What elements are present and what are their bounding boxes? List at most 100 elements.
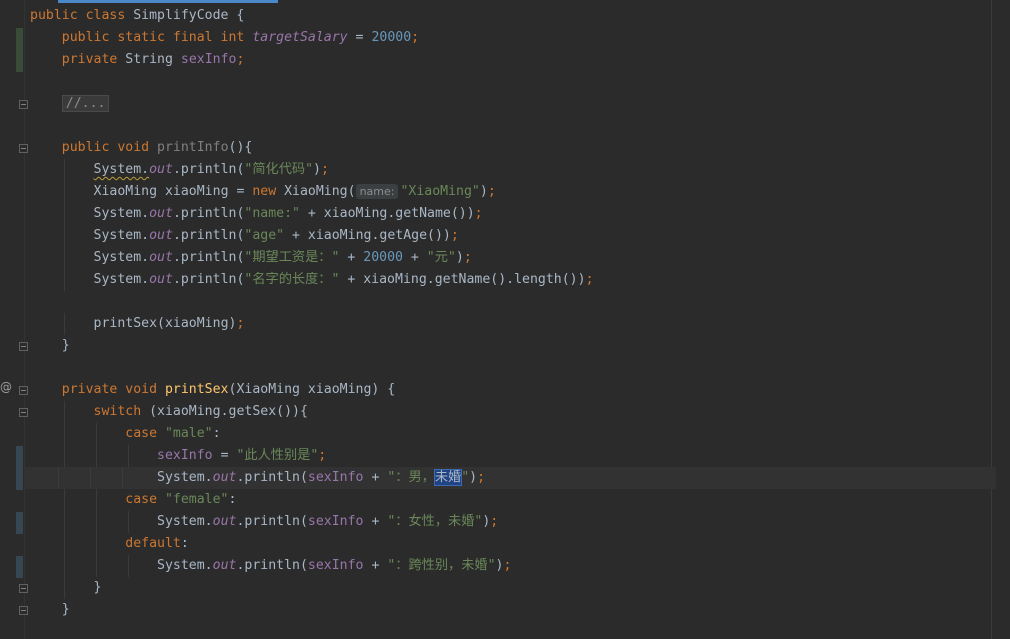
fold-toggle-icon[interactable] bbox=[19, 408, 28, 417]
code-line[interactable]: sexInfo = "此人性别是"; bbox=[30, 445, 990, 467]
code-line[interactable]: XiaoMing xiaoMing = new XiaoMing(name: "X… bbox=[30, 181, 990, 203]
code-editor[interactable]: public class SimplifyCode { public stati… bbox=[24, 5, 996, 621]
code-line[interactable]: //... bbox=[30, 93, 990, 115]
code-line[interactable]: } bbox=[30, 599, 990, 621]
code-token: sexInfo bbox=[307, 470, 364, 485]
folded-region[interactable]: //... bbox=[61, 95, 110, 112]
indent-guide bbox=[96, 555, 97, 577]
parameter-hint: name: bbox=[355, 184, 399, 199]
indent-guide bbox=[64, 423, 65, 445]
code-line[interactable]: System.out.println("期望工资是：" + 20000 + "元… bbox=[30, 247, 990, 269]
code-token: out bbox=[149, 250, 173, 265]
code-line[interactable]: System.out.println("简化代码"); bbox=[30, 159, 990, 181]
code-line[interactable]: public class SimplifyCode { bbox=[30, 5, 990, 27]
code-token: "期望工资是：" bbox=[244, 250, 340, 265]
code-token: ; bbox=[236, 316, 245, 331]
code-token: out bbox=[149, 206, 173, 221]
code-line[interactable]: System.out.println("age" + xiaoMing.getA… bbox=[30, 225, 990, 247]
code-line[interactable] bbox=[30, 291, 990, 313]
code-line[interactable]: System.out.println(sexInfo + "：男，未婚"); bbox=[24, 467, 996, 489]
code-token: ; bbox=[411, 30, 420, 45]
code-token: System. bbox=[93, 272, 150, 287]
indent-guide bbox=[64, 401, 65, 423]
code-token: ; bbox=[318, 448, 327, 463]
code-line[interactable] bbox=[30, 71, 990, 93]
code-token: .println( bbox=[172, 206, 245, 221]
fold-toggle-icon[interactable] bbox=[19, 386, 28, 395]
indent-guide bbox=[128, 445, 129, 467]
indent-guide bbox=[96, 533, 97, 555]
indent-guide bbox=[64, 269, 65, 291]
code-token: ; bbox=[477, 470, 486, 485]
code-token: ; bbox=[236, 52, 245, 67]
code-token: + bbox=[339, 250, 364, 265]
vcs-modified-marker[interactable] bbox=[16, 556, 23, 578]
override-icon[interactable]: @ bbox=[0, 380, 12, 394]
code-token: System. bbox=[157, 558, 213, 573]
code-line[interactable]: case "male": bbox=[30, 423, 990, 445]
code-line[interactable] bbox=[30, 357, 990, 379]
code-line[interactable]: } bbox=[30, 335, 990, 357]
code-token: } bbox=[61, 602, 70, 617]
code-line[interactable]: public static final int targetSalary = 2… bbox=[30, 27, 990, 49]
active-tab-indicator bbox=[58, 0, 278, 3]
code-line[interactable]: default: bbox=[30, 533, 990, 555]
vcs-added-marker[interactable] bbox=[16, 28, 23, 72]
vcs-modified-marker[interactable] bbox=[16, 446, 23, 490]
code-line[interactable]: printSex(xiaoMing); bbox=[30, 313, 990, 335]
code-line[interactable]: System.out.println(sexInfo + "：跨性别，未婚"); bbox=[30, 555, 990, 577]
code-line[interactable]: private void printSex(XiaoMing xiaoMing)… bbox=[30, 379, 990, 401]
code-line[interactable]: System.out.println("name:" + xiaoMing.ge… bbox=[30, 203, 990, 225]
code-token: 20000 bbox=[371, 30, 412, 45]
code-token: public void bbox=[61, 140, 158, 155]
code-token: printInfo bbox=[157, 140, 229, 155]
code-token: public static final int bbox=[61, 30, 253, 45]
code-line[interactable]: System.out.println(sexInfo + "：女性，未婚"); bbox=[30, 511, 990, 533]
code-token: "：跨性别，未婚" bbox=[387, 558, 496, 573]
indent-guide bbox=[64, 489, 65, 511]
fold-toggle-icon[interactable] bbox=[19, 100, 28, 109]
code-line[interactable]: switch (xiaoMing.getSex()){ bbox=[30, 401, 990, 423]
code-token: = bbox=[347, 30, 372, 45]
indent-guide bbox=[64, 533, 65, 555]
fold-toggle-icon[interactable] bbox=[19, 342, 28, 351]
code-line[interactable]: System.out.println("名字的长度：" + xiaoMing.g… bbox=[30, 269, 990, 291]
code-token: "名字的长度：" bbox=[244, 272, 340, 287]
code-token: public class bbox=[30, 8, 134, 23]
code-token: + xiaoMing.getAge()) bbox=[284, 228, 451, 243]
code-token: out bbox=[212, 514, 237, 529]
indent-guide bbox=[64, 555, 65, 577]
indent-guide bbox=[96, 445, 97, 467]
fold-toggle-icon[interactable] bbox=[19, 144, 28, 153]
vcs-modified-marker[interactable] bbox=[16, 512, 23, 534]
code-token: + bbox=[363, 470, 388, 485]
code-token: 未婚 bbox=[433, 469, 463, 486]
editor-gutter[interactable] bbox=[0, 0, 25, 639]
fold-toggle-icon[interactable] bbox=[19, 606, 28, 615]
code-token: private void bbox=[61, 382, 165, 397]
indent-guide bbox=[128, 511, 129, 533]
code-token: ; bbox=[487, 184, 496, 199]
code-token: 20000 bbox=[363, 250, 403, 265]
code-token: ) bbox=[479, 184, 488, 199]
code-token: "male" bbox=[164, 426, 213, 441]
code-line[interactable] bbox=[30, 115, 990, 137]
code-line[interactable]: public void printInfo(){ bbox=[30, 137, 990, 159]
code-token: case bbox=[125, 426, 165, 441]
code-line[interactable]: case "female": bbox=[30, 489, 990, 511]
code-token: .println( bbox=[172, 228, 245, 243]
code-token: .println( bbox=[236, 470, 308, 485]
fold-toggle-icon[interactable] bbox=[19, 584, 28, 593]
code-line[interactable]: private String sexInfo; bbox=[30, 49, 990, 71]
code-token: out bbox=[212, 558, 237, 573]
code-line[interactable]: } bbox=[30, 577, 990, 599]
